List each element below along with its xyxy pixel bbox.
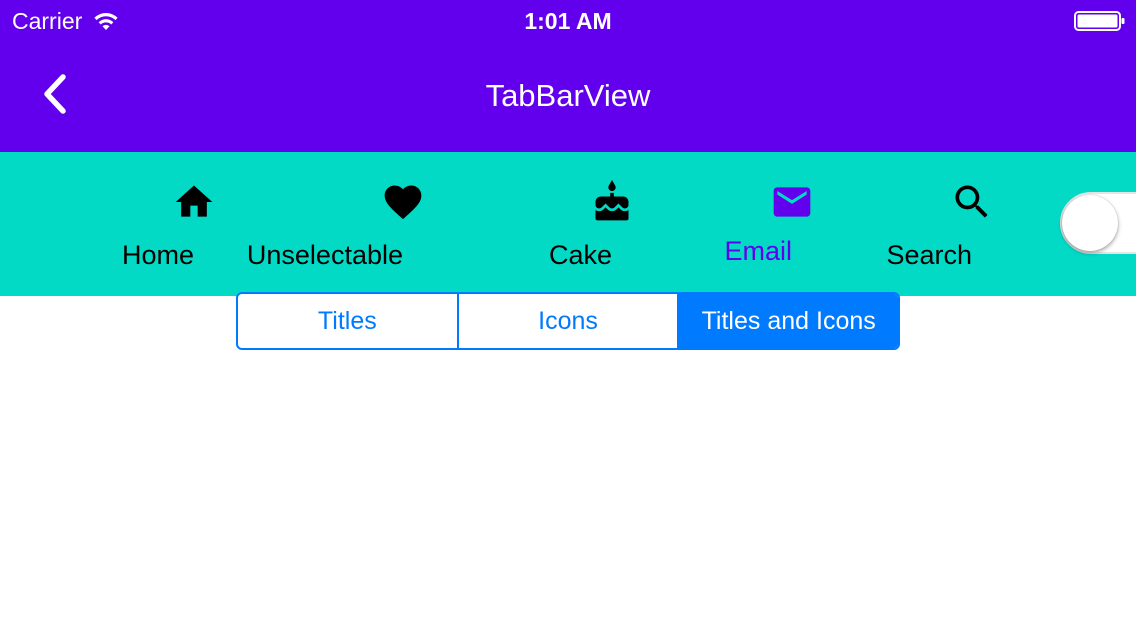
segment-titles[interactable]: Titles [238, 294, 457, 348]
page-title: TabBarView [485, 78, 651, 113]
status-time: 1:01 AM [524, 8, 612, 34]
segment-titles-and-icons[interactable]: Titles and Icons [677, 294, 898, 348]
segment-icons[interactable]: Icons [456, 294, 678, 348]
tab-label-cake: Cake [548, 240, 612, 270]
battery-icon [1074, 10, 1126, 32]
app-header: Carrier 1:01 AM TabBarView [0, 0, 1136, 152]
search-icon [950, 180, 994, 224]
status-bar: Carrier 1:01 AM [0, 0, 1136, 40]
tab-label-unselectable: Unselectable [246, 240, 403, 270]
tab-label-search: Search [886, 240, 972, 270]
navigation-bar: TabBarView [0, 40, 1136, 152]
tab-label-email: Email [724, 236, 793, 266]
home-icon [172, 180, 216, 224]
cake-icon [590, 180, 634, 224]
email-icon [770, 180, 814, 224]
segmented-control: Titles Icons Titles and Icons [236, 292, 900, 350]
tab-bar: Home Unselectable Cake Email Search [0, 152, 1136, 296]
tab-label-home: Home [121, 240, 194, 270]
toggle-switch[interactable] [1060, 192, 1136, 254]
heart-icon [381, 180, 425, 224]
toggle-knob [1062, 195, 1118, 251]
